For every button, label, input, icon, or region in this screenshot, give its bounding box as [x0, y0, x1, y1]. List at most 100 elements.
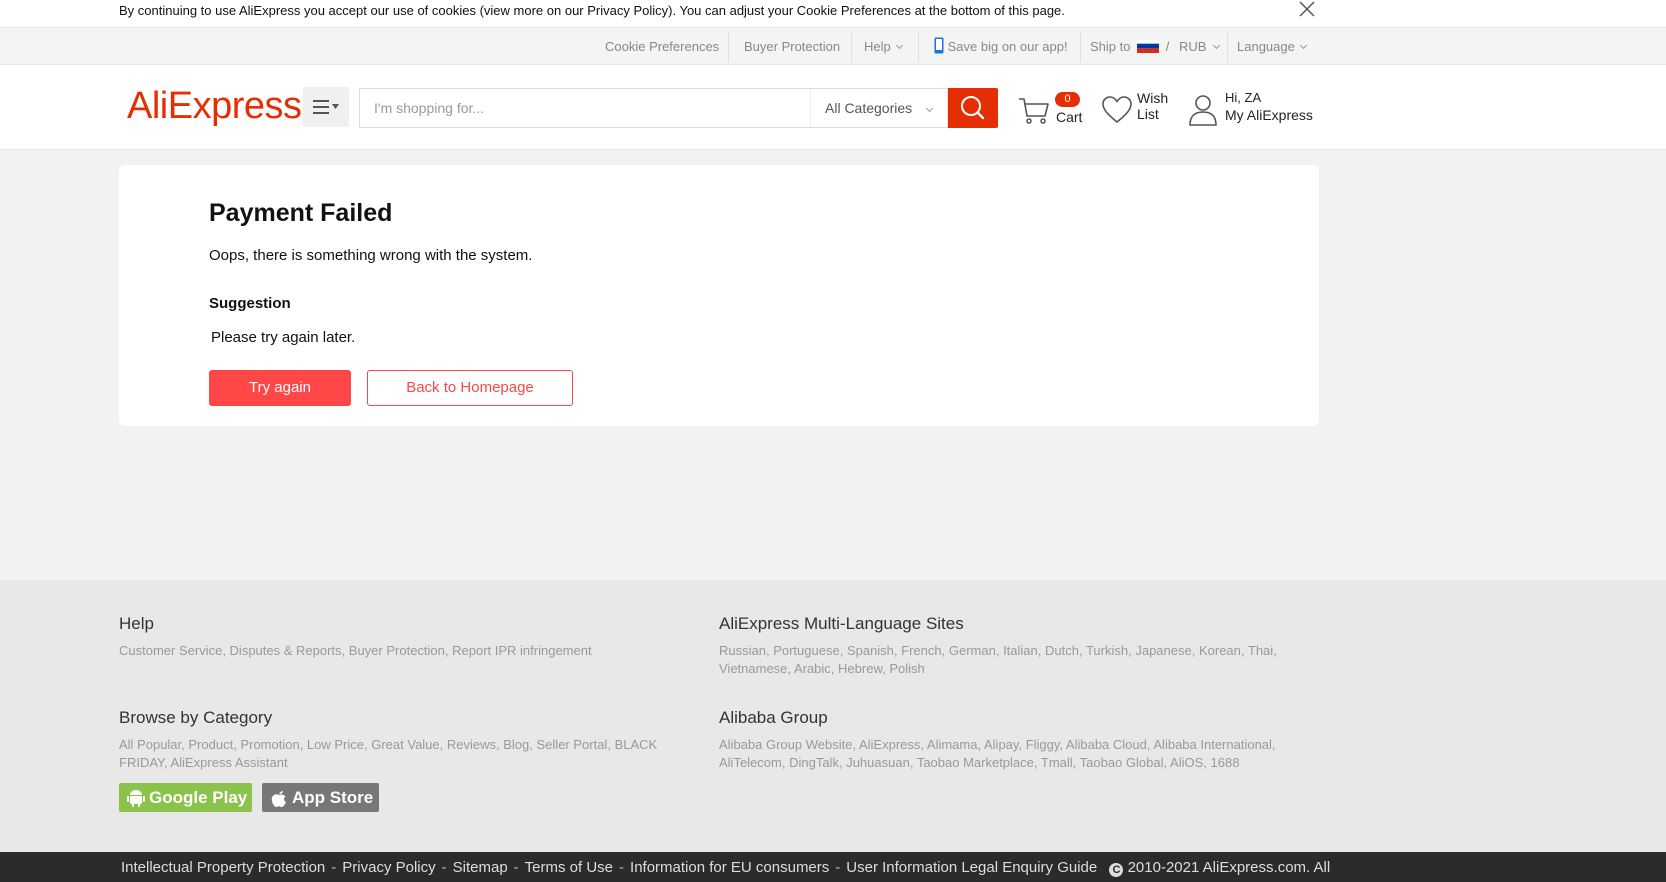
chevron-down-icon: [1299, 41, 1307, 50]
wish-list-link[interactable]: Wish List: [1101, 90, 1171, 130]
footer-link[interactable]: Great Value: [371, 737, 439, 752]
bottom-link[interactable]: Privacy Policy: [342, 859, 435, 876]
category-menu-button[interactable]: [303, 87, 349, 127]
footer-link[interactable]: Arabic: [794, 661, 831, 676]
footer-link[interactable]: Taobao Global: [1080, 755, 1164, 770]
footer-link[interactable]: Buyer Protection: [349, 643, 445, 658]
try-again-button[interactable]: Try again: [209, 370, 351, 406]
chevron-down-icon: [925, 104, 934, 113]
footer-link[interactable]: Low Price: [307, 737, 364, 752]
language-label: Language: [1237, 39, 1295, 54]
bottom-link[interactable]: Information for EU consumers: [630, 859, 829, 876]
divider: [1080, 31, 1081, 62]
heart-icon: [1102, 96, 1132, 124]
footer-link[interactable]: Disputes & Reports: [230, 643, 342, 658]
footer-link[interactable]: Russian: [719, 643, 766, 658]
cart-link[interactable]: 0 Cart: [1017, 90, 1085, 130]
footer-link[interactable]: Alibaba International: [1153, 737, 1272, 752]
bottom-link[interactable]: Sitemap: [453, 859, 508, 876]
footer-link[interactable]: Vietnamese: [719, 661, 787, 676]
footer-link[interactable]: Polish: [889, 661, 924, 676]
footer-link[interactable]: Seller Portal: [537, 737, 608, 752]
footer-link[interactable]: Korean: [1199, 643, 1241, 658]
russia-flag-icon: [1137, 39, 1160, 53]
footer-link[interactable]: Juhuasuan: [846, 755, 910, 770]
footer-link[interactable]: Alimama: [927, 737, 978, 752]
footer-link[interactable]: Fliggy: [1026, 737, 1060, 752]
account-menu[interactable]: Hi, ZA My AliExpress: [1188, 90, 1313, 130]
app-store-button[interactable]: App Store: [262, 783, 379, 812]
payment-result-card: Payment Failed Oops, there is something …: [119, 165, 1319, 426]
app-promo-link[interactable]: Save big on our app!: [934, 28, 1068, 65]
cart-label: Cart: [1056, 109, 1083, 125]
footer-link[interactable]: Thai: [1248, 643, 1273, 658]
footer-link[interactable]: 1688: [1211, 755, 1240, 770]
footer-help-links: Customer Service, Disputes & Reports, Bu…: [119, 643, 592, 658]
footer-link[interactable]: Promotion: [240, 737, 299, 752]
divider: [918, 31, 919, 62]
link-separator: -: [619, 859, 625, 876]
footer-link[interactable]: Product: [188, 737, 233, 752]
android-icon: [127, 790, 145, 807]
footer-link[interactable]: German: [949, 643, 996, 658]
footer-link[interactable]: AliTelecom: [719, 755, 782, 770]
chevron-down-icon: [1213, 41, 1221, 50]
currency-separator: /: [1165, 39, 1170, 54]
top-nav: Cookie Preferences Buyer Protection Help…: [0, 28, 1666, 65]
back-to-homepage-button[interactable]: Back to Homepage: [367, 370, 573, 406]
footer-link[interactable]: Spanish: [847, 643, 894, 658]
footer-link[interactable]: Dutch: [1045, 643, 1079, 658]
footer-link[interactable]: Turkish: [1086, 643, 1128, 658]
footer-link[interactable]: Italian: [1003, 643, 1038, 658]
search-button[interactable]: [948, 88, 998, 128]
cart-count-badge: 0: [1055, 92, 1080, 107]
my-aliexpress-label: My AliExpress: [1225, 107, 1313, 123]
footer-link[interactable]: Customer Service: [119, 643, 222, 658]
bottom-link[interactable]: Intellectual Property Protection: [121, 859, 325, 876]
footer-link[interactable]: Hebrew: [838, 661, 882, 676]
close-icon[interactable]: [1296, 0, 1318, 22]
footer-link[interactable]: DingTalk: [789, 755, 839, 770]
aliexpress-logo[interactable]: AliExpress: [127, 85, 302, 128]
footer-link[interactable]: Alibaba Cloud: [1066, 737, 1147, 752]
search-input[interactable]: [360, 89, 810, 127]
footer-link[interactable]: Reviews: [447, 737, 496, 752]
bottom-link[interactable]: User Information Legal Enquiry Guide: [846, 859, 1097, 876]
user-icon: [1189, 95, 1217, 126]
footer-link[interactable]: Tmall: [1041, 755, 1073, 770]
menu-icon: [313, 100, 339, 114]
google-play-label: Google Play: [149, 788, 248, 807]
footer-link[interactable]: Report IPR infringement: [452, 643, 591, 658]
language-selector[interactable]: Language: [1237, 28, 1307, 65]
suggestion-text: Please try again later.: [211, 329, 356, 346]
app-store-label: App Store: [292, 788, 374, 807]
footer-link[interactable]: AliOS: [1170, 755, 1203, 770]
cookie-preferences-link[interactable]: Cookie Preferences: [605, 28, 719, 65]
footer-link[interactable]: Japanese: [1135, 643, 1191, 658]
footer-link[interactable]: Alipay: [984, 737, 1018, 752]
footer-link[interactable]: Taobao Marketplace: [917, 755, 1034, 770]
google-play-button[interactable]: Google Play: [119, 783, 252, 812]
footer-link[interactable]: Alibaba Group Website: [719, 737, 852, 752]
link-separator: -: [835, 859, 841, 876]
page-title: Payment Failed: [209, 199, 393, 227]
copyright-text: 2010-2021 AliExpress.com. All: [1127, 859, 1331, 876]
footer-link[interactable]: All Popular: [119, 737, 181, 752]
app-promo-label: Save big on our app!: [947, 39, 1068, 54]
ship-to-selector[interactable]: Ship to / RUB: [1090, 28, 1221, 65]
category-select[interactable]: All Categories: [810, 88, 948, 128]
footer-multilanguage-heading: AliExpress Multi-Language Sites: [719, 614, 964, 633]
copyright-icon: C: [1109, 863, 1124, 877]
footer-link[interactable]: Blog: [503, 737, 529, 752]
bottom-links-list: Intellectual Property Protection - Privacy…: [121, 859, 1097, 876]
bottom-link[interactable]: Terms of Use: [525, 859, 613, 876]
footer-link[interactable]: French: [901, 643, 941, 658]
help-menu[interactable]: Help: [864, 28, 903, 65]
buyer-protection-link[interactable]: Buyer Protection: [744, 28, 840, 65]
search-box: [359, 88, 810, 128]
footer-link[interactable]: Portuguese: [773, 643, 840, 658]
footer-link[interactable]: AliExpress Assistant: [171, 755, 288, 770]
footer-link[interactable]: AliExpress: [859, 737, 920, 752]
bottom-links: Intellectual Property Protection - Privacy…: [121, 859, 1330, 877]
help-label: Help: [864, 39, 891, 54]
